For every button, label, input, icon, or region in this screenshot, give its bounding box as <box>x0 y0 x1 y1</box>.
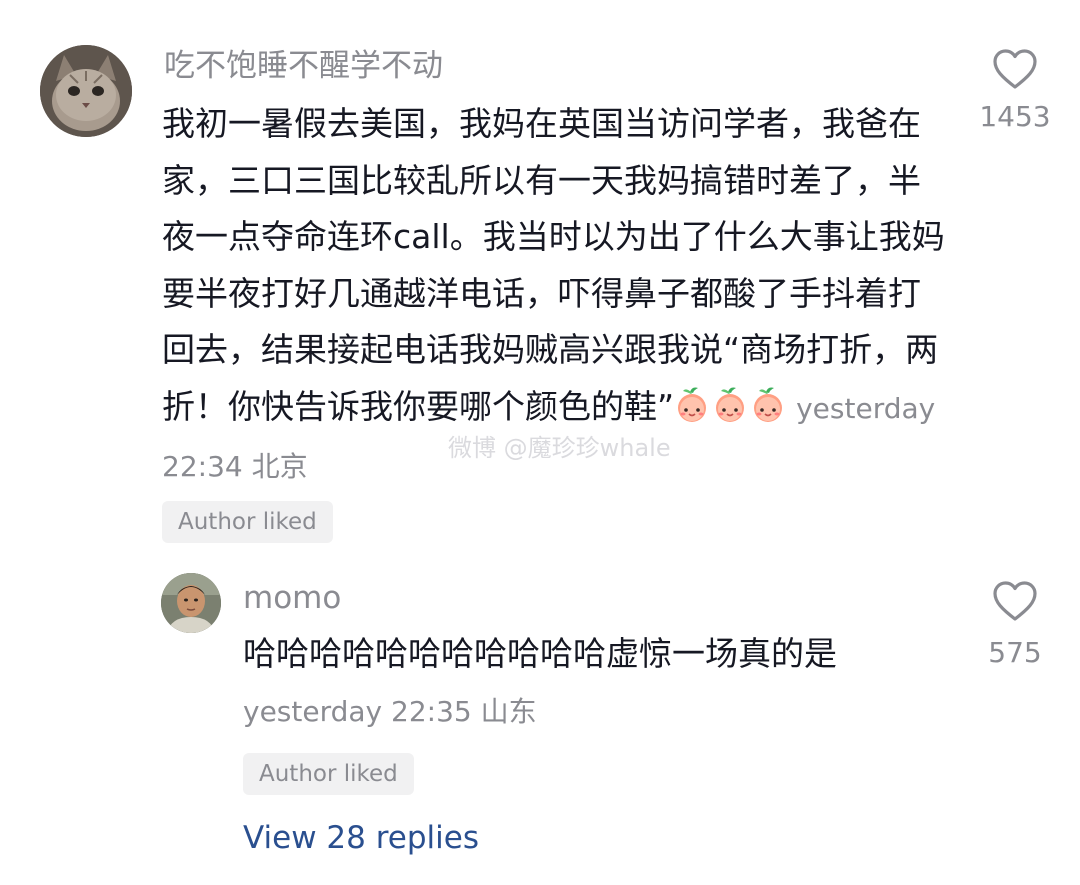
comment-text: 我初一暑假去美国，我妈在英国当访问学者，我爸在家，三口三国比较乱所以有一天我妈搞… <box>162 96 952 496</box>
like-count: 1453 <box>979 100 1051 133</box>
author-liked-badge: Author liked <box>243 753 414 795</box>
peach-face-emoji-icon <box>712 384 748 424</box>
person-avatar-image <box>161 573 221 633</box>
reply-meta: yesterday 22:35 山东 <box>243 690 537 734</box>
avatar-main[interactable] <box>40 45 132 137</box>
reply-timestamp: yesterday 22:35 <box>243 695 472 728</box>
reply-text: 哈哈哈哈哈哈哈哈哈哈哈虚惊一场真的是 <box>243 634 837 673</box>
heart-icon[interactable] <box>992 48 1038 90</box>
view-replies-link[interactable]: View 28 replies <box>243 815 479 861</box>
cat-avatar-image <box>40 45 132 137</box>
comment-username[interactable]: 吃不饱睡不醒学不动 <box>164 44 443 88</box>
reply-like-count: 575 <box>988 636 1042 669</box>
author-liked-badge: Author liked <box>162 501 333 543</box>
reply-like-button[interactable]: 575 <box>975 580 1055 669</box>
comment-location: 北京 <box>251 450 308 483</box>
peach-face-emoji-icon <box>750 384 786 424</box>
peach-face-emoji-icon <box>674 384 710 424</box>
reply-username[interactable]: momo <box>243 576 341 620</box>
like-button[interactable]: 1453 <box>975 48 1055 133</box>
avatar-reply[interactable] <box>161 573 221 633</box>
heart-icon[interactable] <box>992 580 1038 622</box>
reply-location: 山东 <box>480 695 537 728</box>
comment-body: 我初一暑假去美国，我妈在英国当访问学者，我爸在家，三口三国比较乱所以有一天我妈搞… <box>162 104 945 426</box>
